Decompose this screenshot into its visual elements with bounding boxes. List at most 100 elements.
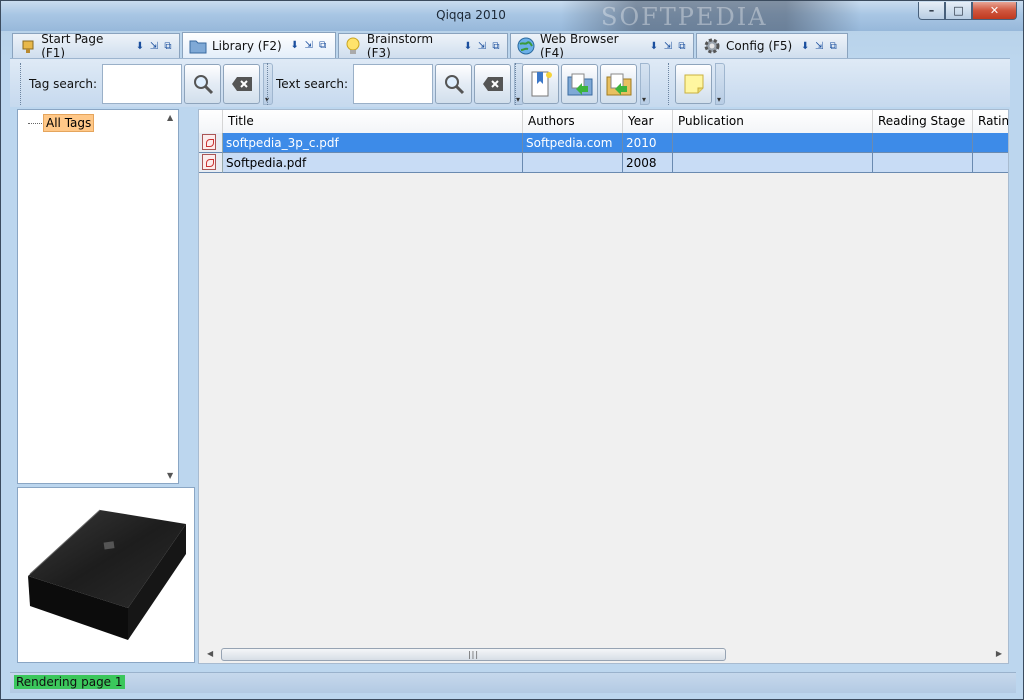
tab-actions: ⬇ ⇲ ⧉: [290, 40, 328, 51]
move-down-icon[interactable]: ⬇: [800, 41, 810, 52]
tag-search-group: Tag search:: [20, 63, 274, 105]
tab-label: Start Page (F1): [41, 32, 104, 60]
scroll-down-icon[interactable]: ▼: [167, 471, 173, 480]
library-toolbar: Tag search: Text search:: [10, 58, 1010, 107]
text-search-button[interactable]: [435, 64, 472, 104]
preview-image: [28, 509, 186, 640]
tag-tree: All Tags ▲ ▼: [17, 109, 179, 484]
tab-actions: ⬇ ⇲ ⧉: [463, 41, 501, 52]
caption-buttons: – □ ✕: [918, 2, 1017, 20]
magnifier-icon: [444, 75, 464, 95]
document-preview: [17, 487, 195, 663]
tag-search-label: Tag search:: [29, 77, 98, 91]
sticky-note-icon: [684, 74, 703, 94]
tree-vertical-scrollbar[interactable]: ▲ ▼: [162, 110, 178, 483]
tab-actions: ⬇ ⇲ ⧉: [135, 41, 173, 52]
column-header-authors[interactable]: Authors: [523, 110, 623, 133]
grip-icon: |||: [467, 650, 480, 659]
folder-import-icon: [606, 73, 631, 96]
import-from-folder-button[interactable]: [600, 64, 637, 104]
undock-icon[interactable]: ⧉: [318, 40, 328, 51]
pdf-icon: [202, 134, 216, 150]
cell-publication: [673, 153, 873, 173]
magnifier-icon: [193, 75, 213, 95]
minimize-button[interactable]: –: [918, 2, 945, 20]
toolbar-overflow-grip[interactable]: [640, 63, 650, 105]
import-documents-button[interactable]: [561, 64, 598, 104]
tree-node-all-tags[interactable]: All Tags: [28, 114, 95, 132]
text-search-clear-button[interactable]: [474, 64, 511, 104]
move-down-icon[interactable]: ⬇: [463, 41, 473, 52]
notes-group: [668, 63, 725, 105]
text-search-group: Text search:: [267, 63, 524, 105]
column-header-icon[interactable]: [199, 110, 223, 133]
undock-icon[interactable]: ⧉: [828, 41, 838, 52]
move-down-icon[interactable]: ⬇: [290, 40, 300, 51]
row-icon-cell: [199, 153, 223, 173]
tab-config[interactable]: Config (F5) ⬇ ⇲ ⧉: [696, 33, 848, 58]
cell-rating: [973, 153, 1008, 173]
text-search-label: Text search:: [276, 77, 348, 91]
tab-library[interactable]: Library (F2) ⬇ ⇲ ⧉: [182, 32, 336, 58]
column-header-rating[interactable]: Rating: [973, 110, 1008, 133]
add-bookmark-button[interactable]: [522, 64, 559, 104]
tree-connector: [28, 122, 42, 124]
scrollbar-thumb[interactable]: |||: [221, 648, 726, 661]
scroll-up-icon[interactable]: ▲: [167, 113, 173, 122]
scroll-left-icon[interactable]: ◀: [207, 649, 213, 658]
pin-icon[interactable]: ⇲: [663, 41, 673, 52]
cell-title: softpedia_3p_c.pdf: [223, 133, 523, 153]
title-bar[interactable]: SOFTPEDIA Qiqqa 2010 – □ ✕: [1, 1, 1023, 31]
tag-search-button[interactable]: [184, 64, 222, 104]
documents-grid: Title Authors Year Publication Reading S…: [198, 109, 1009, 664]
clear-icon: [482, 77, 503, 91]
toolbar-overflow-grip[interactable]: [715, 63, 725, 105]
status-text: Rendering page 1: [14, 675, 125, 689]
tab-web-browser[interactable]: Web Browser (F4) ⬇ ⇲ ⧉: [510, 32, 694, 60]
grid-horizontal-scrollbar[interactable]: ◀ ||| ▶: [199, 646, 1008, 663]
move-down-icon[interactable]: ⬇: [649, 41, 659, 52]
gear-icon: [703, 37, 721, 55]
start-page-icon: [19, 37, 36, 55]
tab-start-page[interactable]: Start Page (F1) ⬇ ⇲ ⧉: [12, 32, 180, 60]
pin-icon[interactable]: ⇲: [149, 41, 159, 52]
table-row[interactable]: Softpedia.pdf 2008: [199, 153, 1008, 173]
tab-actions: ⬇ ⇲ ⧉: [800, 41, 838, 52]
tab-label: Config (F5): [726, 39, 793, 53]
cell-year: 2008: [623, 153, 673, 173]
sticky-note-button[interactable]: [675, 64, 712, 104]
cell-publication: [673, 133, 873, 153]
lightbulb-icon: [345, 37, 362, 55]
tag-search-clear-button[interactable]: [223, 64, 261, 104]
cell-reading-stage: [873, 133, 973, 153]
tag-search-input[interactable]: [102, 64, 183, 104]
row-icon-cell: [199, 133, 223, 153]
scroll-right-icon[interactable]: ▶: [996, 649, 1002, 658]
window-title: Qiqqa 2010: [436, 8, 506, 22]
cell-title: Softpedia.pdf: [223, 153, 523, 173]
tab-label: Brainstorm (F3): [366, 32, 434, 60]
table-row[interactable]: softpedia_3p_c.pdf Softpedia.com 2010: [199, 133, 1008, 153]
column-header-reading-stage[interactable]: Reading Stage: [873, 110, 973, 133]
move-down-icon[interactable]: ⬇: [135, 41, 145, 52]
column-header-publication[interactable]: Publication: [673, 110, 873, 133]
column-header-title[interactable]: Title: [223, 110, 523, 133]
cell-reading-stage: [873, 153, 973, 173]
status-bar: Rendering page 1: [10, 672, 1016, 693]
column-header-year[interactable]: Year: [623, 110, 673, 133]
text-search-input[interactable]: [353, 64, 433, 104]
undock-icon[interactable]: ⧉: [491, 41, 501, 52]
tab-brainstorm[interactable]: Brainstorm (F3) ⬇ ⇲ ⧉: [338, 32, 508, 60]
cell-year: 2010: [623, 133, 673, 153]
undock-icon[interactable]: ⧉: [163, 41, 173, 52]
close-button[interactable]: ✕: [972, 2, 1017, 20]
pin-icon[interactable]: ⇲: [304, 40, 314, 51]
pin-icon[interactable]: ⇲: [477, 41, 487, 52]
undock-icon[interactable]: ⧉: [677, 41, 687, 52]
pdf-icon: [202, 154, 216, 170]
tab-actions: ⬇ ⇲ ⧉: [649, 41, 687, 52]
globe-icon: [517, 37, 535, 55]
maximize-button[interactable]: □: [945, 2, 972, 20]
pin-icon[interactable]: ⇲: [814, 41, 824, 52]
main-tabs: Start Page (F1) ⬇ ⇲ ⧉ Library (F2) ⬇ ⇲ ⧉…: [12, 32, 850, 60]
